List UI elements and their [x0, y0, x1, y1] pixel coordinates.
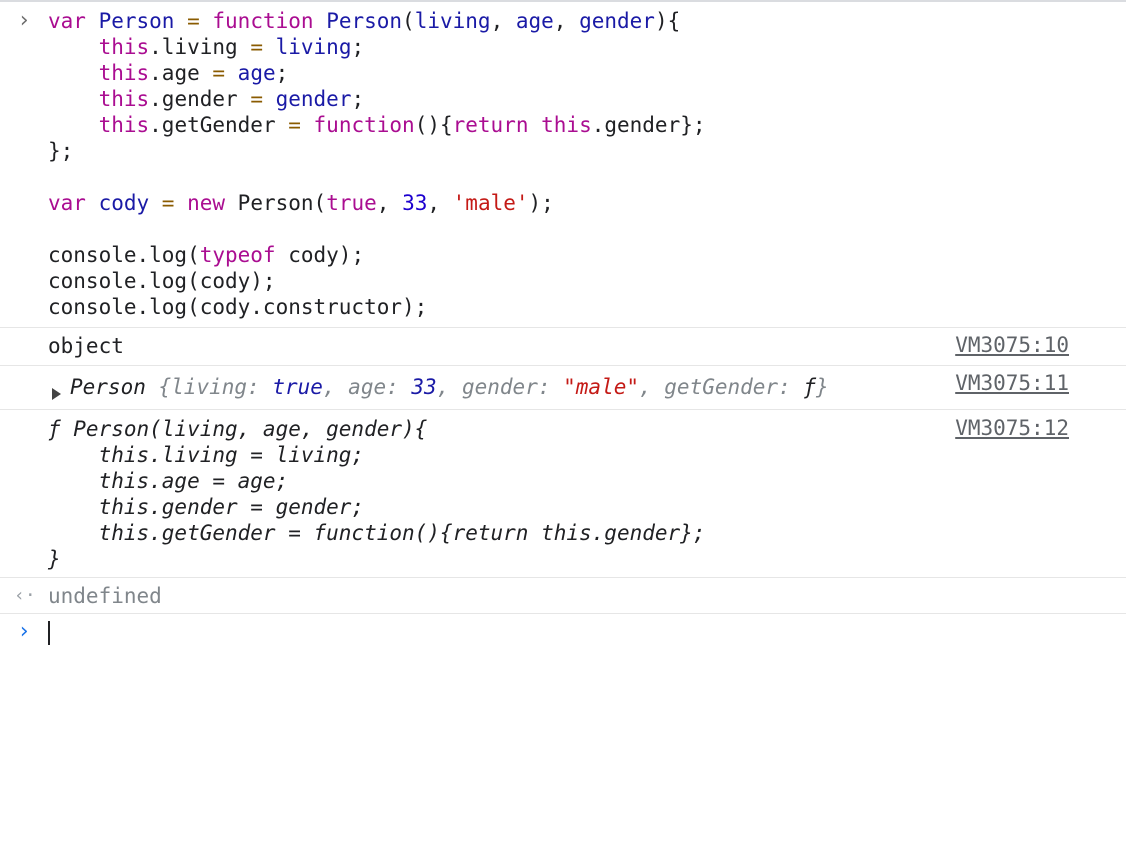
- code-token: living: [275, 35, 352, 59]
- code-token: ,: [490, 9, 516, 33]
- code-token: new: [187, 191, 238, 215]
- code-token: typeof: [199, 243, 289, 267]
- chevron-right-icon: ›: [17, 619, 31, 644]
- expand-triangle-icon[interactable]: [52, 381, 69, 405]
- code-token: age: [515, 9, 554, 33]
- console-top-border: [0, 0, 1126, 2]
- function-source-line: this.age = age;: [48, 469, 289, 493]
- preview-token: ƒ: [803, 375, 817, 399]
- code-token: ,: [376, 191, 403, 215]
- code-token: (: [402, 9, 415, 33]
- code-token: living: [414, 9, 491, 33]
- code-token: =: [187, 9, 213, 33]
- return-value: undefined: [48, 584, 162, 608]
- code-token: this: [98, 61, 150, 85]
- preview-token: true: [272, 375, 323, 399]
- code-token: ;: [351, 35, 365, 59]
- source-link[interactable]: VM3075:12: [955, 416, 1069, 440]
- code-token: var: [48, 191, 99, 215]
- preview-token: 33: [411, 375, 437, 399]
- function-source-line: this.gender = gender;: [48, 495, 365, 519]
- separator: [0, 365, 1126, 366]
- code-token: };: [48, 139, 74, 163]
- code-token: true: [326, 191, 377, 215]
- return-arrow-icon: ‹·: [14, 585, 36, 606]
- code-token: ;: [351, 87, 365, 111]
- code-token: 33: [402, 191, 428, 215]
- preview-token: {living:: [158, 375, 273, 399]
- code-token: cody);: [288, 243, 365, 267]
- code-token: ;: [275, 61, 289, 85]
- code-token: this: [541, 113, 592, 137]
- code-token: .getGender: [149, 113, 289, 137]
- code-token: );: [528, 191, 554, 215]
- code-token: console.log(cody);: [48, 269, 276, 293]
- separator: [0, 327, 1126, 328]
- code-token: return: [452, 113, 542, 137]
- code-token: =: [161, 191, 188, 215]
- code-token: function: [313, 113, 415, 137]
- code-token: ){: [654, 9, 681, 33]
- function-source[interactable]: ƒ Person(living, age, gender){ this.livi…: [48, 416, 705, 572]
- console-input-caret[interactable]: [48, 621, 50, 645]
- function-source-line: }: [48, 547, 61, 571]
- code-token: .living: [149, 35, 251, 59]
- function-source-line: this.getGender = function(){return this.…: [48, 521, 706, 545]
- code-token: console.log(: [48, 243, 200, 267]
- separator: [0, 613, 1126, 614]
- code-token: .gender: [149, 87, 251, 111]
- preview-token: Person: [70, 375, 159, 399]
- log-message: object: [48, 334, 124, 358]
- separator: [0, 409, 1126, 410]
- code-token: this: [98, 87, 150, 111]
- source-link[interactable]: VM3075:10: [955, 333, 1069, 357]
- code-token: var: [48, 9, 99, 33]
- code-token: this: [98, 35, 150, 59]
- code-token: ,: [427, 191, 453, 215]
- code-token: cody: [98, 191, 162, 215]
- code-token: =: [250, 35, 276, 59]
- code-token: gender: [579, 9, 655, 33]
- code-token: (){: [414, 113, 453, 137]
- code-token: =: [288, 113, 314, 137]
- code-token: console.log(cody.constructor);: [48, 295, 428, 319]
- code-token: age: [237, 61, 276, 85]
- code-token: =: [212, 61, 238, 85]
- function-source-line: ƒ Person(living, age, gender){: [48, 417, 428, 441]
- function-source-line: this.living = living;: [48, 443, 365, 467]
- code-token: gender: [275, 87, 352, 111]
- code-token: Person(: [237, 191, 327, 215]
- code-token: .age: [149, 61, 213, 85]
- object-preview[interactable]: Person {living: true, age: 33, gender: "…: [70, 374, 829, 400]
- code-token: this: [98, 113, 150, 137]
- preview-token: , age:: [322, 375, 412, 399]
- code-token: .gender};: [591, 113, 706, 137]
- input-code-block[interactable]: var Person = function Person(living, age…: [48, 8, 706, 320]
- preview-token: "male": [563, 375, 639, 399]
- preview-token: , getGender:: [639, 375, 804, 399]
- code-token: =: [250, 87, 276, 111]
- chevron-right-icon: ›: [17, 8, 31, 33]
- source-link[interactable]: VM3075:11: [955, 371, 1069, 395]
- code-token: ,: [553, 9, 580, 33]
- code-token: 'male': [452, 191, 529, 215]
- code-token: Person: [98, 9, 188, 33]
- code-token: Person: [326, 9, 403, 33]
- preview-token: }: [816, 375, 829, 399]
- code-token: function: [212, 9, 327, 33]
- preview-token: , gender:: [436, 375, 564, 399]
- separator: [0, 577, 1126, 578]
